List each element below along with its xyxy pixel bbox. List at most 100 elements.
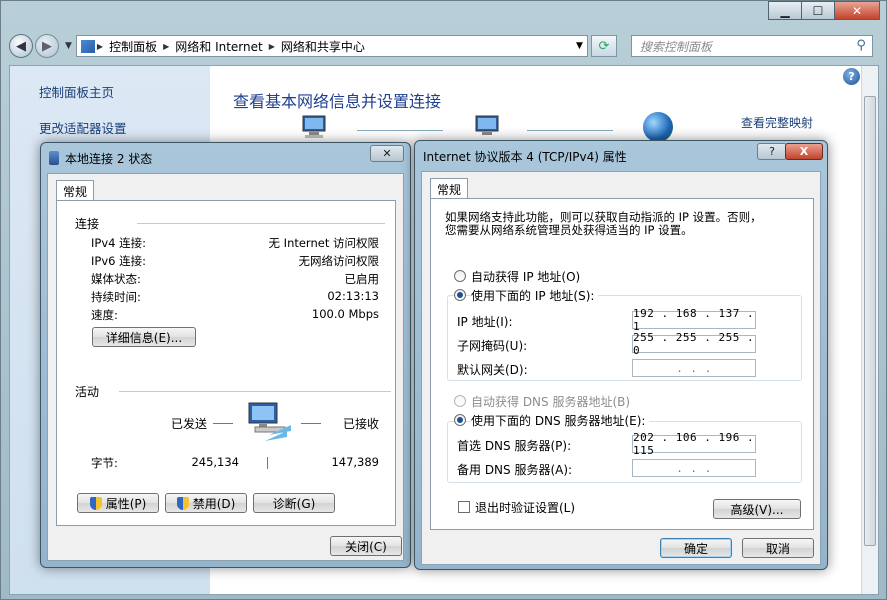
- preferred-dns-label: 首选 DNS 服务器(P):: [457, 439, 572, 453]
- network-activity-icon: [245, 401, 295, 448]
- computer-icon: [300, 114, 330, 140]
- duration-value: 02:13:13: [327, 289, 379, 303]
- auto-dns-label[interactable]: 自动获得 DNS 服务器地址(B): [471, 393, 630, 410]
- details-button[interactable]: 详细信息(E)...: [92, 327, 196, 347]
- maximize-button[interactable]: ☐: [801, 1, 835, 20]
- chevron-right-icon[interactable]: ▶: [163, 42, 169, 51]
- back-arrow-icon: ◀: [16, 38, 26, 54]
- page-title: 查看基本网络信息并设置连接: [233, 92, 442, 111]
- disable-button[interactable]: 禁用(D): [165, 493, 247, 513]
- default-gateway-label: 默认网关(D):: [457, 363, 528, 377]
- connection-line: [357, 130, 443, 131]
- ok-button[interactable]: 确定: [660, 538, 732, 558]
- auto-dns-radio[interactable]: [454, 395, 466, 407]
- auto-ip-radio[interactable]: [454, 270, 466, 282]
- close-icon: X: [799, 145, 809, 158]
- bytes-label: 字节:: [91, 456, 118, 470]
- validate-on-exit-label[interactable]: 退出时验证设置(L): [475, 499, 575, 516]
- connection-status-dialog: 本地连接 2 状态 ✕ 常规 连接 IPv4 连接: 无 Internet 访问…: [40, 142, 411, 568]
- ipv4-connectivity-value: 无 Internet 访问权限: [268, 236, 379, 250]
- connection-group-label: 连接: [75, 217, 100, 231]
- control-panel-icon: [80, 39, 95, 53]
- close-dialog-button[interactable]: 关闭(C): [330, 536, 402, 556]
- ipv6-connectivity-value: 无网络访问权限: [298, 254, 380, 268]
- subnet-mask-label: 子网掩码(U):: [457, 339, 528, 353]
- recent-pages-chevron-icon[interactable]: ▼: [65, 41, 72, 51]
- address-bar[interactable]: ▶ 控制面板 ▶ 网络和 Internet ▶ 网络和共享中心 ▼: [75, 35, 588, 57]
- search-input[interactable]: 搜索控制面板 ⚲: [630, 35, 873, 57]
- breadcrumb-control-panel[interactable]: 控制面板: [109, 38, 157, 55]
- description-line-2: 您需要从网络系统管理员处获得适当的 IP 设置。: [445, 223, 693, 237]
- activity-group-label: 活动: [75, 385, 100, 399]
- manual-ip-label[interactable]: 使用下面的 IP 地址(S):: [471, 287, 599, 304]
- alternate-dns-field[interactable]: . . .: [632, 459, 756, 477]
- link-change-adapter-settings[interactable]: 更改适配器设置: [39, 118, 127, 137]
- disable-button-label: 禁用(D): [192, 496, 236, 511]
- minimize-button[interactable]: ▁: [768, 1, 802, 20]
- link-control-panel-home[interactable]: 控制面板主页: [39, 82, 114, 101]
- address-dropdown-icon[interactable]: ▼: [576, 41, 583, 51]
- manual-dns-label[interactable]: 使用下面的 DNS 服务器地址(E):: [471, 412, 650, 429]
- preferred-dns-field[interactable]: 202 . 106 . 196 . 115: [632, 431, 756, 457]
- default-gateway-field[interactable]: . . .: [632, 359, 756, 377]
- alternate-dns-label: 备用 DNS 服务器(A):: [457, 463, 573, 477]
- manual-dns-radio[interactable]: [454, 414, 466, 426]
- link-see-full-map[interactable]: 查看完整映射: [741, 114, 813, 131]
- tab-general[interactable]: 常规: [56, 180, 95, 202]
- chevron-right-icon[interactable]: ▶: [269, 42, 275, 51]
- media-state-value: 已启用: [344, 272, 380, 286]
- window-controls: ▁ ☐ ✕: [768, 1, 880, 20]
- group-divider: [119, 391, 391, 392]
- speed-label: 速度:: [91, 308, 118, 322]
- bytes-sent-value: 245,134: [191, 455, 239, 469]
- properties-button-label: 属性(P): [105, 496, 147, 511]
- network-adapter-icon: [49, 151, 59, 165]
- ipv4-connectivity-label: IPv4 连接:: [91, 236, 146, 250]
- close-button[interactable]: ✕: [834, 1, 880, 20]
- close-icon: ✕: [382, 147, 392, 160]
- help-icon[interactable]: ?: [843, 68, 860, 85]
- search-placeholder: 搜索控制面板: [639, 39, 712, 54]
- media-state-label: 媒体状态:: [91, 272, 141, 286]
- scrollbar-thumb[interactable]: [864, 96, 876, 546]
- dialog-title: Internet 协议版本 4 (TCP/IPv4) 属性: [423, 150, 627, 164]
- sent-dash: [213, 423, 233, 424]
- breadcrumb-network-sharing-center[interactable]: 网络和共享中心: [281, 38, 365, 55]
- forward-button[interactable]: ▶: [35, 34, 59, 58]
- diagnose-button[interactable]: 诊断(G): [253, 493, 335, 513]
- dialog-body: 常规 连接 IPv4 连接: 无 Internet 访问权限 IPv6 连接: …: [47, 173, 404, 561]
- validate-on-exit-checkbox[interactable]: [458, 501, 470, 513]
- dialog-title: 本地连接 2 状态: [65, 152, 153, 166]
- received-dash: [301, 423, 321, 424]
- vertical-scrollbar[interactable]: [861, 66, 878, 594]
- internet-globe-icon: [643, 112, 673, 142]
- help-button[interactable]: ?: [757, 143, 787, 160]
- network-icon: [473, 114, 503, 140]
- received-label: 已接收: [343, 417, 380, 431]
- general-tab-panel: 连接 IPv4 连接: 无 Internet 访问权限 IPv6 连接: 无网络…: [56, 200, 396, 526]
- duration-label: 持续时间:: [91, 290, 141, 304]
- dialog-close-button[interactable]: X: [785, 143, 823, 160]
- subnet-mask-field[interactable]: 255 . 255 . 255 . 0: [632, 331, 756, 357]
- dialog-close-button[interactable]: ✕: [370, 145, 404, 162]
- connection-line: [527, 130, 613, 131]
- auto-ip-label[interactable]: 自动获得 IP 地址(O): [471, 268, 580, 285]
- refresh-icon: ⟳: [598, 38, 610, 54]
- advanced-button[interactable]: 高级(V)...: [713, 499, 801, 519]
- ip-address-field[interactable]: 192 . 168 . 137 . 1: [632, 307, 756, 333]
- tab-general[interactable]: 常规: [430, 178, 469, 200]
- breadcrumb-network-internet[interactable]: 网络和 Internet: [175, 38, 262, 55]
- help-icon: ?: [769, 145, 775, 158]
- cancel-button[interactable]: 取消: [742, 538, 814, 558]
- properties-button[interactable]: 属性(P): [77, 493, 159, 513]
- chevron-right-icon[interactable]: ▶: [97, 42, 103, 51]
- sent-label: 已发送: [171, 417, 208, 431]
- search-icon[interactable]: ⚲: [856, 38, 866, 53]
- bytes-divider: [267, 457, 268, 469]
- back-button[interactable]: ◀: [9, 34, 33, 58]
- manual-ip-radio[interactable]: [454, 289, 466, 301]
- speed-value: 100.0 Mbps: [311, 307, 379, 321]
- ipv6-connectivity-label: IPv6 连接:: [91, 254, 146, 268]
- refresh-button[interactable]: ⟳: [590, 35, 617, 57]
- ipv4-properties-dialog: Internet 协议版本 4 (TCP/IPv4) 属性 ? X 常规 如果网…: [414, 140, 828, 570]
